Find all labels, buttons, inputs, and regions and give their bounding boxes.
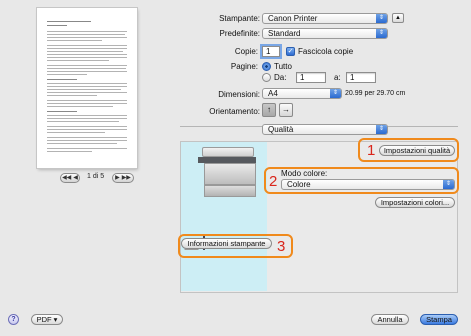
callout-number-2: 2 [269,173,278,190]
popup-arrows-icon: ⇕ [376,125,387,134]
pages-all-label: Tutto [274,62,292,71]
preset-label: Predefinite: [219,29,260,38]
preview-first-prev-button[interactable]: ◀◀ ◀ [60,173,80,183]
page-counter: 1 di 5 [87,173,105,180]
pages-label: Pagine: [230,62,258,71]
popup-arrows-icon: ⇕ [376,14,387,23]
popup-arrows-icon: ⇕ [443,180,454,189]
orientation-label: Orientamento: [209,107,260,116]
pages-all-radio[interactable] [262,62,271,71]
pages-range-radio[interactable] [262,73,271,82]
callout-number-1: 1 [367,142,376,159]
color-mode-popup[interactable]: Colore ⇕ [281,179,455,190]
pages-from-label: Da: [274,73,287,82]
help-button[interactable]: ? [8,314,19,325]
print-preview-page [37,8,137,168]
collate-checkbox[interactable]: ✓ [286,47,295,56]
callout-number-3: 3 [277,238,286,255]
checkmark-icon: ✓ [287,48,294,55]
copies-field[interactable]: 1 [262,46,280,57]
pdf-menu-button[interactable]: PDF ▾ [31,314,63,325]
pages-to-field[interactable]: 1 [346,72,376,83]
color-mode-value: Colore [287,180,311,189]
section-popup[interactable]: Qualità ⇕ [262,124,388,135]
color-settings-button[interactable]: Impostazioni colori... [375,197,455,208]
first-page-icon: ◀◀ [62,175,72,181]
preset-value: Standard [268,29,301,38]
help-icon: ? [11,316,16,323]
copies-label: Copie: [234,47,258,56]
pages-to-label: a: [334,73,341,82]
printer-illustration [192,147,258,199]
landscape-icon: → [282,105,290,114]
printer-label: Stampante: [219,14,260,23]
print-button[interactable]: Stampa [420,314,458,325]
preview-next-last-button[interactable]: ▶ ▶▶ [112,173,134,183]
portrait-icon: ↑ [267,105,271,114]
expand-dialog-button[interactable]: ▲ [392,13,404,23]
collate-label: Fascicola copie [298,47,354,56]
color-mode-label: Modo colore: [281,169,328,178]
section-value: Qualità [268,125,294,134]
printer-info-button[interactable]: Informazioni stampante [181,238,272,249]
last-page-icon: ▶▶ [121,175,131,181]
popup-arrows-icon: ⇕ [330,89,341,98]
paper-size-popup[interactable]: A4 ⇕ [262,88,342,99]
pages-from-field[interactable]: 1 [296,72,326,83]
printer-popup[interactable]: Canon Printer ⇕ [262,13,388,24]
orientation-portrait-button[interactable]: ↑ [262,103,276,117]
quality-settings-button[interactable]: Impostazioni qualità [379,145,455,156]
popup-arrows-icon: ⇕ [376,29,387,38]
paper-size-value: A4 [268,89,278,98]
printer-value: Canon Printer [268,14,318,23]
next-page-icon: ▶ [115,175,120,181]
triangle-up-icon: ▲ [395,15,401,21]
orientation-landscape-button[interactable]: → [279,103,293,117]
cancel-button[interactable]: Annulla [371,314,409,325]
prev-page-icon: ◀ [73,175,78,181]
preset-popup[interactable]: Standard ⇕ [262,28,388,39]
paper-dimensions: 20.99 per 29.70 cm [345,90,406,97]
size-label: Dimensioni: [218,90,260,99]
